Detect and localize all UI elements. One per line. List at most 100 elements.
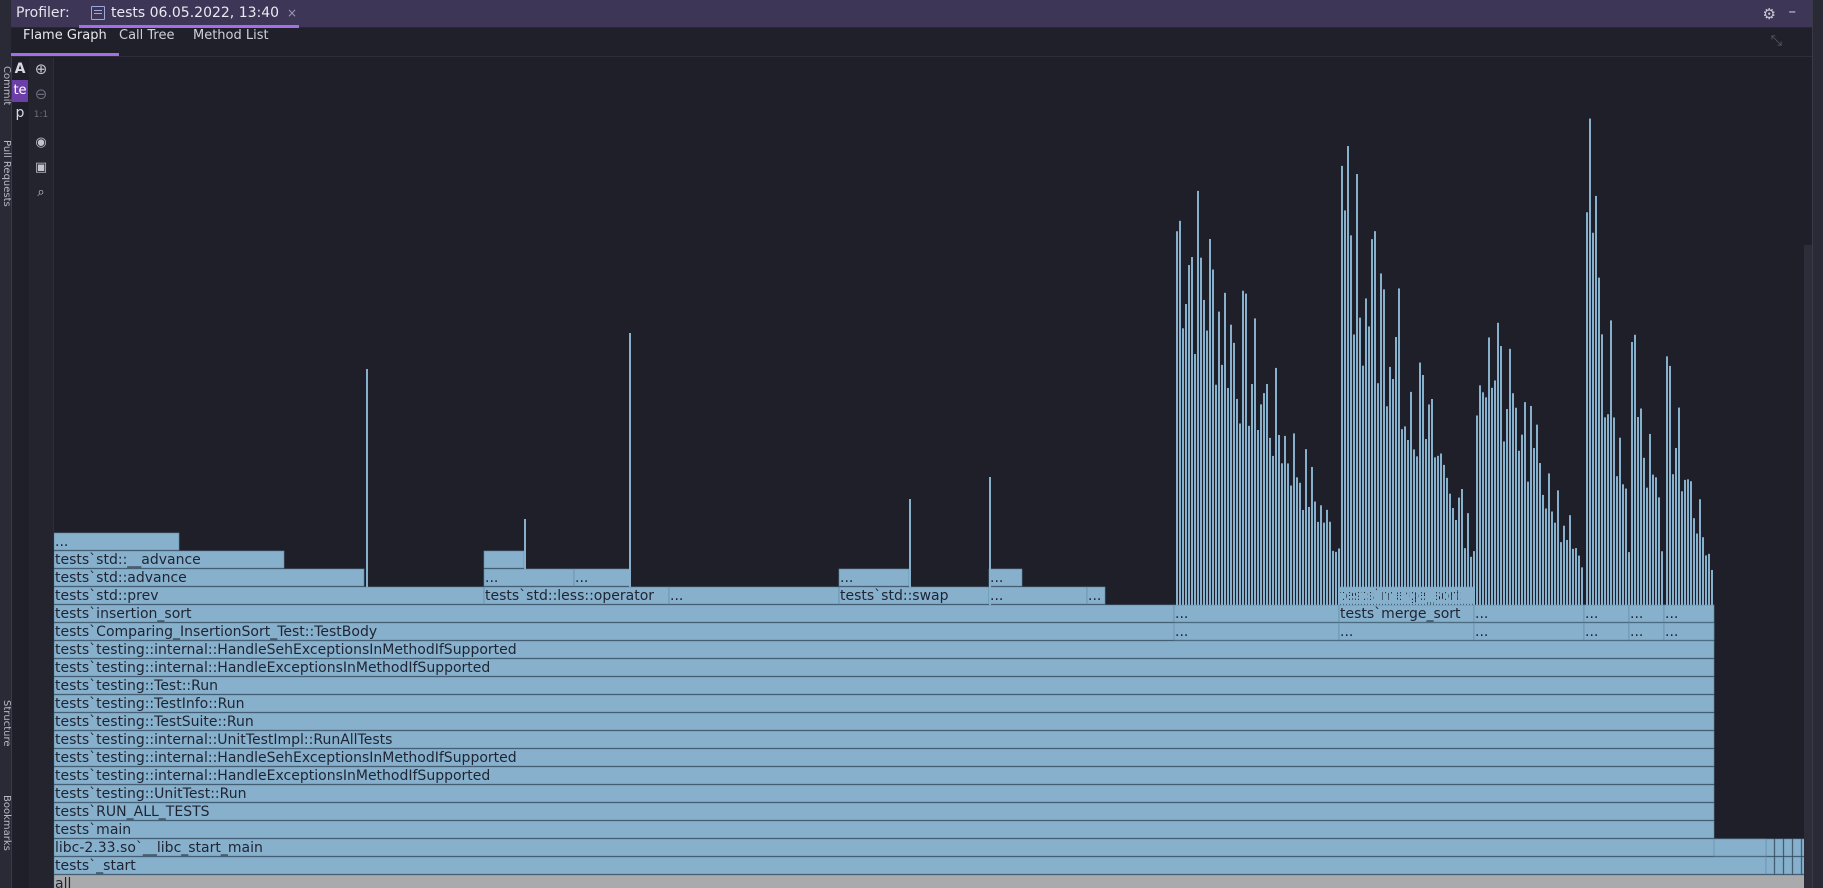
merge-sort-frame[interactable] (1598, 277, 1600, 605)
frame-small[interactable] (483, 550, 525, 569)
merge-sort-frame[interactable] (1257, 430, 1259, 605)
merge-sort-frame[interactable] (1332, 550, 1334, 605)
merge-sort-frame[interactable] (1290, 485, 1292, 605)
merge-sort-frame[interactable] (1434, 457, 1436, 605)
frame-ellipsis[interactable]: ... (1583, 622, 1630, 641)
frame-tail[interactable] (1783, 838, 1793, 857)
merge-sort-frame[interactable] (1431, 399, 1433, 605)
merge-sort-frame[interactable] (1473, 551, 1475, 605)
merge-sort-frame[interactable] (1407, 440, 1409, 605)
frame-stack-3[interactable]: tests`main (54, 820, 1715, 839)
merge-sort-frame[interactable] (1631, 341, 1633, 605)
merge-sort-frame[interactable] (1536, 424, 1538, 605)
tab-method-list[interactable]: Method List (181, 28, 281, 56)
merge-sort-frame[interactable] (1419, 362, 1421, 605)
merge-sort-frame[interactable] (1371, 239, 1373, 605)
merge-sort-frame[interactable] (1263, 393, 1265, 605)
merge-sort-frame[interactable] (1646, 487, 1648, 605)
merge-sort-frame[interactable] (1341, 165, 1343, 605)
zoom-out-icon[interactable]: ⊖ (31, 85, 51, 105)
merge-sort-frame[interactable] (1569, 515, 1571, 605)
merge-sort-frame[interactable] (1380, 273, 1382, 605)
merge-sort-frame[interactable] (1368, 326, 1370, 605)
merge-sort-frame[interactable] (1563, 525, 1565, 605)
frame-ellipsis[interactable]: ... (988, 568, 1023, 587)
frame-ellipsis[interactable]: ... (483, 568, 575, 587)
merge-sort-frame[interactable] (1317, 521, 1319, 605)
frame-ellipsis[interactable]: ... (54, 532, 180, 551)
merge-sort-frame[interactable] (1260, 404, 1262, 605)
merge-sort-frame[interactable] (1224, 292, 1226, 605)
merge-sort-frame[interactable] (1308, 506, 1310, 605)
spike[interactable] (524, 519, 526, 569)
merge-sort-frame[interactable] (1383, 289, 1385, 605)
merge-sort-frame[interactable] (1230, 324, 1232, 605)
merge-sort-frame[interactable] (1678, 407, 1680, 605)
frame-stack-13[interactable]: tests`testing::internal::HandleSehExcept… (54, 640, 1715, 659)
frame-stack-11[interactable]: tests`testing::Test::Run (54, 676, 1715, 695)
frame-ellipsis[interactable]: ... (1628, 622, 1665, 641)
merge-sort-frame[interactable] (1515, 407, 1517, 605)
merge-sort-frame[interactable] (1239, 423, 1241, 605)
merge-sort-frame[interactable] (1233, 342, 1235, 605)
merge-sort-frame[interactable] (1705, 555, 1707, 605)
merge-sort-frame[interactable] (1377, 383, 1379, 605)
merge-sort-frame[interactable] (1539, 463, 1541, 605)
project-item-a[interactable]: A (12, 58, 28, 80)
merge-sort-frame[interactable] (1374, 231, 1376, 605)
merge-sort-frame[interactable] (1506, 409, 1508, 605)
profiler-session-tab[interactable]: tests 06.05.2022, 13:40 × (79, 0, 299, 28)
merge-sort-frame[interactable] (1428, 404, 1430, 605)
merge-sort-frame[interactable] (1212, 269, 1214, 605)
merge-sort-frame[interactable] (1658, 497, 1660, 605)
merge-sort-frame[interactable] (1200, 257, 1202, 605)
merge-sort-frame[interactable] (1179, 220, 1181, 605)
merge-sort-frame[interactable] (1449, 493, 1451, 605)
merge-sort-frame[interactable] (1446, 477, 1448, 605)
frame-ellipsis[interactable]: ... (1663, 604, 1715, 623)
merge-sort-frame[interactable] (1272, 455, 1274, 605)
frame-ellipsis[interactable]: ... (668, 586, 840, 605)
merge-sort-frame[interactable] (1410, 391, 1412, 605)
merge-sort-frame[interactable] (1497, 322, 1499, 605)
frame-stack-9[interactable]: tests`testing::TestSuite::Run (54, 712, 1715, 731)
merge-sort-frame[interactable] (1548, 473, 1550, 605)
merge-sort-frame[interactable] (1589, 118, 1591, 606)
merge-sort-frame[interactable] (1452, 508, 1454, 605)
frame-insertion-sort[interactable]: tests`insertion_sort (54, 604, 1175, 623)
frame-merge-sort[interactable]: tests`merge_sort (1338, 604, 1475, 623)
merge-sort-frame[interactable] (1542, 494, 1544, 605)
merge-sort-frame[interactable] (1443, 464, 1445, 605)
collapse-icon[interactable]: ⤡ (1771, 33, 1782, 49)
merge-sort-frame[interactable] (1560, 542, 1562, 605)
frame-stack-8[interactable]: tests`testing::internal::UnitTestImpl::R… (54, 730, 1715, 749)
merge-sort-frame[interactable] (1640, 408, 1642, 605)
frame-ellipsis[interactable]: ... (1473, 604, 1585, 623)
merge-sort-frame[interactable] (1458, 497, 1460, 605)
merge-sort-frame[interactable] (1488, 337, 1490, 605)
structure-tool-label[interactable]: Structure (0, 700, 12, 747)
merge-sort-frame[interactable] (1581, 567, 1583, 605)
merge-sort-frame[interactable] (1500, 346, 1502, 605)
merge-sort-frame[interactable] (1524, 402, 1526, 605)
merge-sort-frame[interactable] (1634, 334, 1636, 605)
merge-sort-frame[interactable] (1479, 385, 1481, 605)
merge-sort-frame[interactable] (1485, 397, 1487, 605)
merge-sort-frame[interactable] (1365, 298, 1367, 605)
merge-sort-frame[interactable] (1344, 210, 1346, 605)
frame-ellipsis[interactable]: ... (1583, 604, 1630, 623)
frame-stack-7[interactable]: tests`testing::internal::HandleSehExcept… (54, 748, 1715, 767)
merge-sort-frame[interactable] (1601, 334, 1603, 605)
merge-sort-frame[interactable] (1545, 508, 1547, 605)
merge-sort-frame[interactable] (1551, 511, 1553, 605)
merge-sort-frame[interactable] (1218, 311, 1220, 605)
merge-sort-frame[interactable] (1176, 231, 1178, 605)
frame-tail[interactable] (1792, 856, 1802, 875)
merge-sort-frame[interactable] (1203, 299, 1205, 605)
frame-ellipsis[interactable]: ... (1663, 622, 1715, 641)
frame-ellipsis[interactable]: ... (1173, 604, 1340, 623)
frame-stack-12[interactable]: tests`testing::internal::HandleException… (54, 658, 1715, 677)
merge-sort-frame[interactable] (1604, 417, 1606, 605)
frame-stack-5[interactable]: tests`testing::UnitTest::Run (54, 784, 1715, 803)
merge-sort-frame[interactable] (1353, 334, 1355, 605)
